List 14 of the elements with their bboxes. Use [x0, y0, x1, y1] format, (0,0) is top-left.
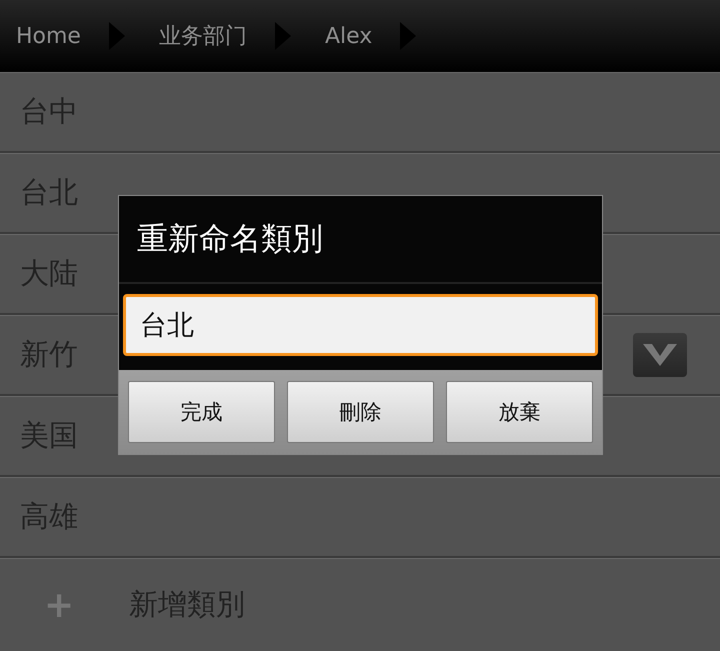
dropdown-button[interactable] [633, 333, 687, 377]
dialog-button[interactable]: 放棄 [446, 381, 593, 443]
dialog-button[interactable]: 刪除 [287, 381, 434, 443]
breadcrumb-link[interactable]: Alex [324, 24, 372, 48]
breadcrumb-link[interactable]: 业务部门 [158, 21, 247, 51]
chevron-icon [400, 22, 416, 50]
chevron-down-icon [643, 344, 677, 366]
name-input-field[interactable]: 台北 [123, 294, 598, 356]
dialog-button[interactable]: 完成 [128, 381, 275, 443]
plus-icon: + [44, 584, 129, 626]
breadcrumb-link[interactable]: Home [16, 24, 81, 48]
dialog-title: 重新命名類別 [119, 196, 602, 284]
chevron-icon [274, 22, 291, 50]
chevron-icon [108, 22, 125, 50]
